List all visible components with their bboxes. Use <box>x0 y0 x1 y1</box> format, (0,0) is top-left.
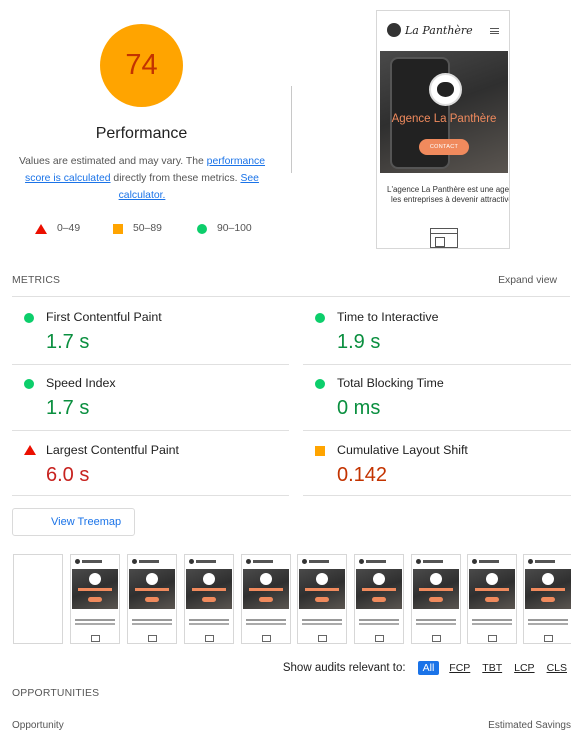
average-square-icon <box>315 446 325 456</box>
filmstrip-frame <box>297 554 347 644</box>
audit-filter-label: Show audits relevant to: <box>282 662 406 674</box>
fail-triangle-icon <box>24 445 36 455</box>
metric-divider <box>12 495 289 496</box>
pass-circle-icon <box>24 379 34 389</box>
performance-score-value: 74 <box>125 49 158 81</box>
filter-chip-tbt[interactable]: TBT <box>480 661 504 675</box>
legend-average-label: 50–89 <box>133 223 162 234</box>
filter-chip-fcp[interactable]: FCP <box>447 661 472 675</box>
filmstrip <box>13 554 571 644</box>
triangle-icon <box>35 223 47 234</box>
filmstrip-frame <box>411 554 461 644</box>
metric-label: Largest Contentful Paint <box>46 443 179 457</box>
vertical-divider <box>291 86 292 173</box>
filmstrip-frame <box>127 554 177 644</box>
screenshot-logo-text: La Panthère <box>405 23 473 37</box>
screenshot-body-line-2: les entreprises à devenir attractive <box>391 195 510 204</box>
hamburger-menu-icon <box>490 28 499 34</box>
metric-label: Total Blocking Time <box>337 376 444 390</box>
metric-largest-contentful-paint: Largest Contentful Paint 6.0 s <box>12 431 282 497</box>
screenshot-body-text: L'agence La Panthère est une agen les en… <box>387 185 510 205</box>
performance-description: Values are estimated and may vary. The p… <box>14 153 270 204</box>
metric-divider <box>303 495 571 496</box>
metric-value: 1.9 s <box>337 331 381 353</box>
metric-value: 1.7 s <box>46 331 90 353</box>
metric-total-blocking-time: Total Blocking Time 0 ms <box>303 364 571 430</box>
pass-circle-icon <box>315 379 325 389</box>
filmstrip-frame <box>467 554 517 644</box>
legend-pass-label: 90–100 <box>217 223 252 234</box>
view-treemap-button[interactable]: View Treemap <box>12 508 135 536</box>
opportunity-column-header: Opportunity <box>12 720 64 731</box>
metric-speed-index: Speed Index 1.7 s <box>12 364 282 430</box>
metric-cumulative-layout-shift: Cumulative Layout Shift 0.142 <box>303 431 571 497</box>
legend-pass: 90–100 <box>197 223 252 234</box>
description-text-2: directly from these metrics. <box>110 173 241 184</box>
pass-circle-icon <box>24 313 34 323</box>
metrics-divider <box>12 296 570 297</box>
panther-logo-icon <box>387 23 401 37</box>
filmstrip-frame-blank <box>13 554 63 644</box>
final-screenshot[interactable]: La Panthère Agence La Panthère CONTACT L… <box>376 10 510 249</box>
filter-chip-cls[interactable]: CLS <box>545 661 569 675</box>
filter-chip-lcp[interactable]: LCP <box>512 661 536 675</box>
filter-chip-all[interactable]: All <box>417 661 440 675</box>
description-text-1: Values are estimated and may vary. The <box>18 156 207 167</box>
metric-value: 1.7 s <box>46 397 90 419</box>
metric-label: Time to Interactive <box>337 310 439 324</box>
metric-value: 6.0 s <box>46 464 90 486</box>
screenshot-body-line-1: L'agence La Panthère est une agen <box>387 185 510 194</box>
estimated-savings-column-header: Estimated Savings <box>488 720 571 731</box>
filmstrip-frame <box>241 554 291 644</box>
square-icon <box>113 223 123 234</box>
audit-filter: Show audits relevant to: All FCP TBT LCP… <box>283 661 569 675</box>
legend-fail: 0–49 <box>35 223 80 234</box>
performance-title: Performance <box>95 125 188 142</box>
screenshot-hero: Agence La Panthère CONTACT <box>380 51 508 173</box>
screenshot-contact-button: CONTACT <box>419 139 469 155</box>
metric-first-contentful-paint: First Contentful Paint 1.7 s <box>12 298 282 364</box>
legend-average: 50–89 <box>113 223 162 234</box>
filmstrip-frame <box>354 554 404 644</box>
metric-value: 0.142 <box>337 464 388 486</box>
pass-circle-icon <box>315 313 325 323</box>
opportunities-label: OPPORTUNITIES <box>12 688 100 699</box>
filmstrip-frame <box>70 554 120 644</box>
metric-label: Cumulative Layout Shift <box>337 443 468 457</box>
legend-fail-label: 0–49 <box>57 223 81 234</box>
expand-view-toggle[interactable]: Expand view <box>498 275 557 286</box>
metrics-label: METRICS <box>12 275 61 286</box>
metric-label: First Contentful Paint <box>46 310 162 324</box>
panther-badge-icon <box>429 73 462 106</box>
metric-value: 0 ms <box>337 397 381 419</box>
metric-label: Speed Index <box>46 376 116 390</box>
metric-time-to-interactive: Time to Interactive 1.9 s <box>303 298 571 364</box>
filmstrip-frame <box>184 554 234 644</box>
screenshot-hero-title: Agence La Panthère <box>391 113 497 125</box>
circle-icon <box>197 223 207 234</box>
performance-score-gauge: 74 <box>100 24 183 107</box>
browser-window-icon <box>430 228 458 248</box>
filmstrip-frame <box>523 554 571 644</box>
